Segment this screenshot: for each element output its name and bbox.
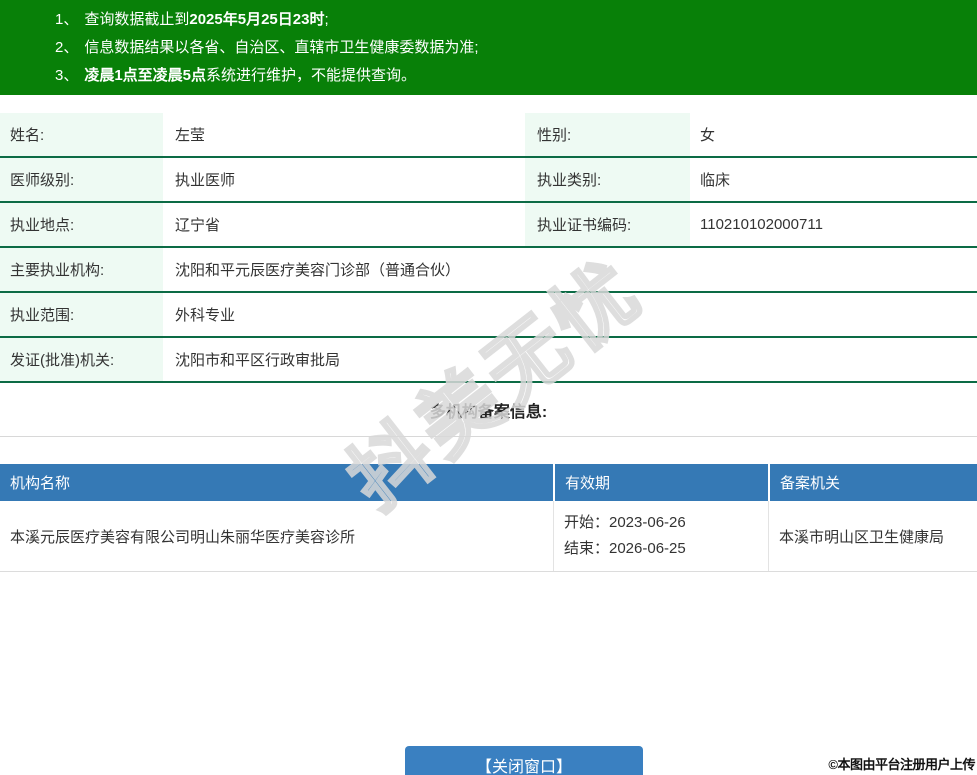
info-label-issuing-authority: 发证(批准)机关: [0, 338, 163, 381]
info-label-practice-location: 执业地点: [0, 203, 163, 246]
notice-text: 查询数据截止到 [84, 11, 189, 28]
multi-institution-section-title: 多机构备案信息: [0, 383, 977, 437]
info-label-doctor-level: 医师级别: [0, 158, 163, 201]
notice-line-3: 3、凌晨1点至凌晨5点系统进行维护，不能提供查询。 [55, 62, 977, 90]
notice-banner: 1、查询数据截止到2025年5月25日23时; 2、信息数据结果以各省、自治区、… [0, 0, 977, 95]
info-value-practice-location: 辽宁省 [163, 203, 525, 246]
filing-authority-cell: 本溪市明山区卫生健康局 [768, 501, 977, 571]
close-window-button[interactable]: 【关闭窗口】 [405, 746, 643, 775]
info-row-main-institution: 主要执业机构: 沈阳和平元辰医疗美容门诊部（普通合伙） [0, 248, 977, 293]
info-value-name: 左莹 [163, 113, 525, 156]
notice-text: 系统进行维护，不能提供查询。 [206, 67, 416, 84]
notice-bold-text: 凌晨1点至凌晨5点 [84, 67, 206, 84]
info-row-location-certno: 执业地点: 辽宁省 执业证书编码: 110210102000711 [0, 203, 977, 248]
filing-header-validity: 有效期 [553, 464, 768, 501]
filing-validity-cell: 开始：2023-06-26 结束：2026-06-25 [553, 501, 768, 571]
info-label-gender: 性别: [525, 113, 690, 156]
validity-start: 开始：2023-06-26 [564, 510, 768, 536]
notice-bold-text: 2025年5月25日23时 [189, 11, 324, 28]
notice-text: ; [324, 11, 328, 28]
info-label-practice-scope: 执业范围: [0, 293, 163, 336]
info-value-gender: 女 [690, 113, 977, 156]
notice-number: 3、 [55, 67, 78, 84]
notice-line-2: 2、信息数据结果以各省、自治区、直辖市卫生健康委数据为准; [55, 34, 977, 62]
info-value-doctor-level: 执业医师 [163, 158, 525, 201]
notice-line-1: 1、查询数据截止到2025年5月25日23时; [55, 6, 977, 34]
info-label-name: 姓名: [0, 113, 163, 156]
info-label-cert-number: 执业证书编码: [525, 203, 690, 246]
notice-number: 2、 [55, 39, 78, 56]
info-row-issuing-authority: 发证(批准)机关: 沈阳市和平区行政审批局 [0, 338, 977, 383]
upload-stamp: ©本图由平台注册用户上传 [828, 754, 975, 773]
info-row-name-gender: 姓名: 左莹 性别: 女 [0, 113, 977, 158]
info-value-issuing-authority: 沈阳市和平区行政审批局 [163, 338, 977, 381]
info-value-practice-category: 临床 [690, 158, 977, 201]
validity-end: 结束：2026-06-25 [564, 536, 768, 562]
filing-header-authority: 备案机关 [768, 464, 977, 501]
filing-header-org-name: 机构名称 [0, 464, 553, 501]
info-value-main-institution: 沈阳和平元辰医疗美容门诊部（普通合伙） [163, 248, 977, 291]
notice-text: 信息数据结果以各省、自治区、直辖市卫生健康委数据为准; [84, 39, 478, 56]
info-label-practice-category: 执业类别: [525, 158, 690, 201]
info-row-level-category: 医师级别: 执业医师 执业类别: 临床 [0, 158, 977, 203]
filing-org-name-cell: 本溪元辰医疗美容有限公司明山朱丽华医疗美容诊所 [0, 501, 553, 571]
info-value-practice-scope: 外科专业 [163, 293, 977, 336]
filing-table-header: 机构名称 有效期 备案机关 [0, 464, 977, 501]
filing-table-row: 本溪元辰医疗美容有限公司明山朱丽华医疗美容诊所 开始：2023-06-26 结束… [0, 501, 977, 572]
info-row-practice-scope: 执业范围: 外科专业 [0, 293, 977, 338]
info-label-main-institution: 主要执业机构: [0, 248, 163, 291]
notice-number: 1、 [55, 11, 78, 28]
practitioner-info-table: 姓名: 左莹 性别: 女 医师级别: 执业医师 执业类别: 临床 执业地点: 辽… [0, 113, 977, 383]
filing-table: 机构名称 有效期 备案机关 本溪元辰医疗美容有限公司明山朱丽华医疗美容诊所 开始… [0, 464, 977, 572]
info-value-cert-number: 110210102000711 [690, 203, 977, 246]
